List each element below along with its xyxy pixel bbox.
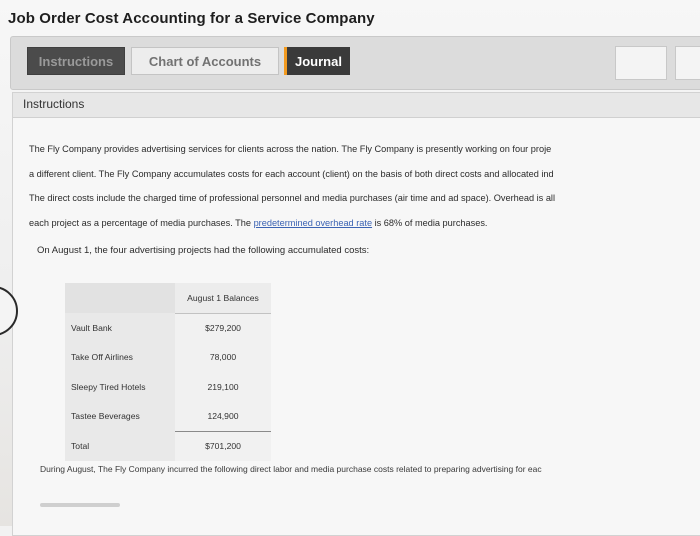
account-name: Tastee Beverages: [65, 401, 175, 431]
table-row: Sleepy Tired Hotels 219,100: [65, 372, 271, 402]
overhead-rate-link[interactable]: predetermined overhead rate: [254, 218, 373, 228]
tab-chart-of-accounts[interactable]: Chart of Accounts: [131, 47, 279, 75]
table-row: Take Off Airlines 78,000: [65, 342, 271, 372]
account-name: Vault Bank: [65, 313, 175, 343]
account-balance: 78,000: [175, 342, 271, 372]
paragraph-line: a different client. The Fly Company accu…: [29, 168, 554, 179]
paragraph-line: The direct costs include the charged tim…: [29, 193, 556, 203]
table-row: Vault Bank $279,200: [65, 313, 271, 343]
account-balance: 219,100: [175, 372, 271, 402]
total-label: Total: [65, 431, 175, 461]
table-row: Tastee Beverages 124,900: [65, 401, 271, 431]
table-header-blank: [65, 283, 175, 313]
table-header-row: August 1 Balances: [65, 283, 271, 314]
section-heading: Instructions: [13, 93, 700, 118]
account-balance: $279,200: [175, 313, 271, 343]
toolbar-box[interactable]: [615, 46, 667, 80]
paragraph-text: is 68% of media purchases.: [372, 217, 488, 228]
total-value: $701,200: [175, 430, 271, 461]
faded-text-line: [40, 503, 120, 507]
column-header: August 1 Balances: [175, 283, 271, 314]
paragraph-text: each project as a percentage of media pu…: [29, 217, 254, 228]
balances-table-wrap: August 1 Balances Vault Bank $279,200 Ta…: [65, 283, 271, 461]
paragraph-line: each project as a percentage of media pu…: [29, 211, 700, 236]
paragraph-line: The Fly Company provides advertising ser…: [29, 144, 552, 154]
balances-table: August 1 Balances Vault Bank $279,200 Ta…: [65, 283, 271, 461]
table-total-row: Total $701,200: [65, 430, 271, 461]
tab-bar: Instructions Chart of Accounts Journal: [10, 36, 700, 90]
account-name: Take Off Airlines: [65, 342, 175, 372]
toolbar-box[interactable]: [675, 46, 700, 80]
instructions-paragraph: The Fly Company provides advertising ser…: [29, 137, 700, 235]
account-balance: 124,900: [175, 401, 271, 431]
tab-journal[interactable]: Journal: [284, 47, 350, 75]
page-title: Job Order Cost Accounting for a Service …: [8, 10, 375, 27]
account-name: Sleepy Tired Hotels: [65, 372, 175, 402]
intro-text: On August 1, the four advertising projec…: [37, 245, 370, 256]
tab-instructions[interactable]: Instructions: [27, 47, 125, 75]
footer-text: During August, The Fly Company incurred …: [40, 464, 542, 474]
